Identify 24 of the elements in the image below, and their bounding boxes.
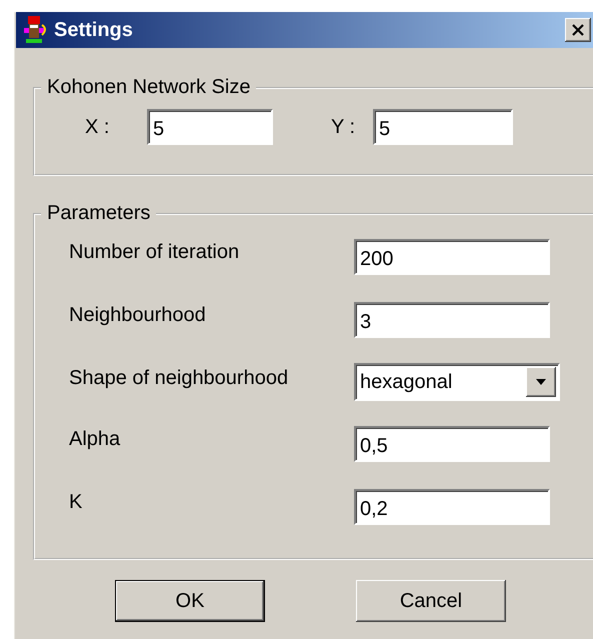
- field-label: Neighbourhood: [69, 303, 207, 327]
- input-field[interactable]: 5: [147, 109, 273, 145]
- window-title: Settings: [54, 18, 134, 42]
- group-title: Kohonen Network Size: [46, 76, 252, 99]
- input-field[interactable]: 3: [354, 302, 550, 338]
- close-button[interactable]: [565, 18, 591, 42]
- dialog-button[interactable]: Cancel: [356, 580, 506, 622]
- input-field[interactable]: 0,5: [354, 426, 550, 462]
- input-field[interactable]: 5: [373, 109, 513, 145]
- dialog-button[interactable]: OK: [115, 580, 265, 622]
- input-field[interactable]: 200: [354, 239, 550, 275]
- field-label: X :: [85, 116, 110, 138]
- dropdown-field[interactable]: hexagonal: [354, 363, 560, 401]
- field-label: Alpha: [69, 427, 122, 451]
- group-title: Parameters: [46, 202, 152, 225]
- caret-icon: [536, 379, 546, 385]
- dropdown-value: hexagonal: [360, 370, 452, 394]
- field-label: Shape of neighbourhood: [69, 366, 290, 390]
- close-icon: [572, 24, 584, 36]
- input-field[interactable]: 0,2: [354, 489, 550, 525]
- field-label: K: [69, 490, 84, 514]
- field-label: Y :: [331, 116, 356, 138]
- dropdown-button[interactable]: [526, 367, 556, 397]
- field-label: Number of iteration: [69, 240, 240, 264]
